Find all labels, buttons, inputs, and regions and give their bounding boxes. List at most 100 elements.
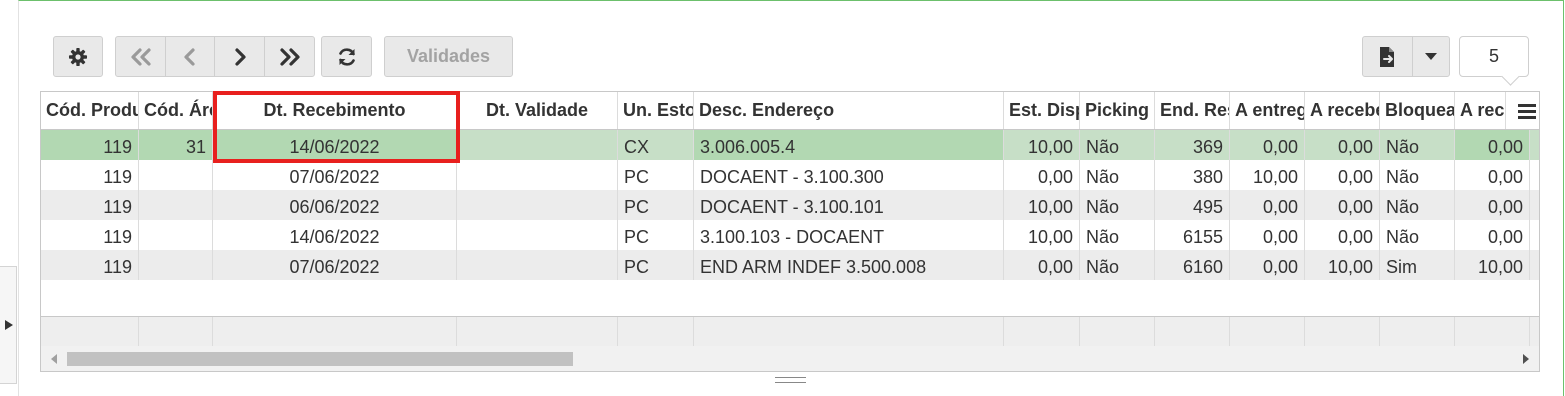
- table-cell[interactable]: PC: [618, 220, 694, 250]
- table-cell[interactable]: DOCAENT - 3.100.300: [694, 160, 1004, 190]
- table-cell[interactable]: Sim: [1380, 250, 1455, 280]
- table-cell[interactable]: 3.006.005.4: [694, 130, 1004, 160]
- table-row[interactable]: 119 14/06/2022 PC 3.100.103 - DOCAENT 10,00 N…: [41, 220, 1539, 250]
- last-page-button[interactable]: [264, 36, 315, 77]
- table-cell[interactable]: 0,00: [1230, 130, 1305, 160]
- table-cell[interactable]: 6155: [1155, 220, 1230, 250]
- column-menu-icon[interactable]: [1518, 103, 1536, 119]
- table-cell[interactable]: 0,00: [1230, 190, 1305, 220]
- column-header[interactable]: Cód. Produto: [41, 92, 139, 129]
- column-header[interactable]: Cód. Área: [139, 92, 213, 129]
- column-header[interactable]: Picking: [1080, 92, 1155, 129]
- table-cell[interactable]: 119: [41, 220, 139, 250]
- page-size-input[interactable]: 5: [1459, 36, 1529, 77]
- table-cell[interactable]: [457, 160, 618, 190]
- table-cell[interactable]: [457, 250, 618, 280]
- export-dropdown-button[interactable]: [1412, 36, 1450, 77]
- table-cell[interactable]: [139, 220, 213, 250]
- table-cell[interactable]: 119: [41, 160, 139, 190]
- resize-grip-icon[interactable]: [775, 377, 806, 388]
- table-cell[interactable]: 06/06/2022: [213, 190, 457, 220]
- table-row[interactable]: 119 07/06/2022 PC DOCAENT - 3.100.300 0,00 Nã…: [41, 160, 1539, 190]
- table-cell[interactable]: 07/06/2022: [213, 250, 457, 280]
- table-cell[interactable]: Não: [1380, 220, 1455, 250]
- table-cell[interactable]: 0,00: [1004, 250, 1080, 280]
- column-header[interactable]: A entregar: [1230, 92, 1305, 129]
- column-header[interactable]: End. Reserva: [1155, 92, 1230, 129]
- table-cell[interactable]: Não: [1380, 160, 1455, 190]
- table-cell[interactable]: 119: [41, 130, 139, 160]
- table-cell[interactable]: 0,00: [1305, 130, 1380, 160]
- settings-button[interactable]: [53, 36, 103, 77]
- refresh-button[interactable]: [321, 36, 372, 77]
- table-cell[interactable]: 0,00: [1230, 250, 1305, 280]
- table-cell[interactable]: Não: [1080, 160, 1155, 190]
- table-cell[interactable]: 0,00: [1004, 160, 1080, 190]
- table-cell[interactable]: [139, 160, 213, 190]
- column-header[interactable]: A receber: [1455, 92, 1506, 129]
- table-cell[interactable]: [139, 190, 213, 220]
- table-cell[interactable]: 10,00: [1004, 190, 1080, 220]
- prev-page-button[interactable]: [165, 36, 215, 77]
- next-page-icon: [234, 47, 246, 66]
- table-cell[interactable]: 0,00: [1455, 160, 1530, 190]
- scrollbar-thumb[interactable]: [67, 352, 573, 366]
- table-row[interactable]: 119 07/06/2022 PC END ARM INDEF 3.500.008 0,…: [41, 250, 1539, 280]
- table-cell[interactable]: 0,00: [1305, 190, 1380, 220]
- horizontal-scrollbar[interactable]: [41, 346, 1539, 371]
- table-cell[interactable]: 369: [1155, 130, 1230, 160]
- table-cell[interactable]: Não: [1080, 190, 1155, 220]
- table-cell[interactable]: 0,00: [1305, 160, 1380, 190]
- table-cell[interactable]: 10,00: [1004, 130, 1080, 160]
- table-cell[interactable]: PC: [618, 250, 694, 280]
- column-header[interactable]: Est. Disponível: [1004, 92, 1080, 129]
- validades-button[interactable]: Validades: [384, 36, 513, 77]
- table-cell[interactable]: END ARM INDEF 3.500.008: [694, 250, 1004, 280]
- table-cell[interactable]: DOCAENT - 3.100.101: [694, 190, 1004, 220]
- table-cell[interactable]: 10,00: [1455, 250, 1530, 280]
- table-cell[interactable]: PC: [618, 190, 694, 220]
- table-cell[interactable]: 0,00: [1305, 220, 1380, 250]
- table-cell[interactable]: [457, 190, 618, 220]
- export-button[interactable]: [1362, 36, 1413, 77]
- table-cell[interactable]: 495: [1155, 190, 1230, 220]
- table-cell[interactable]: 10,00: [1230, 160, 1305, 190]
- table-cell[interactable]: 0,00: [1230, 220, 1305, 250]
- table-cell[interactable]: [457, 220, 618, 250]
- table-cell[interactable]: 3.100.103 - DOCAENT: [694, 220, 1004, 250]
- table-cell[interactable]: 10,00: [1305, 250, 1380, 280]
- first-page-button[interactable]: [115, 36, 166, 77]
- column-header[interactable]: Desc. Endereço: [694, 92, 1004, 129]
- scroll-left-icon[interactable]: [51, 354, 57, 364]
- column-header[interactable]: Bloqueado: [1380, 92, 1455, 129]
- table-cell[interactable]: 6160: [1155, 250, 1230, 280]
- table-cell[interactable]: [139, 250, 213, 280]
- table-cell[interactable]: 119: [41, 250, 139, 280]
- table-cell[interactable]: Não: [1080, 220, 1155, 250]
- table-cell[interactable]: 10,00: [1004, 220, 1080, 250]
- column-header[interactable]: A receber: [1305, 92, 1380, 129]
- table-cell[interactable]: Não: [1080, 130, 1155, 160]
- table-cell[interactable]: 380: [1155, 160, 1230, 190]
- table-cell[interactable]: CX: [618, 130, 694, 160]
- table-cell[interactable]: 119: [41, 190, 139, 220]
- table-cell[interactable]: [457, 130, 618, 160]
- table-cell[interactable]: 07/06/2022: [213, 160, 457, 190]
- table-cell[interactable]: Não: [1380, 130, 1455, 160]
- table-cell[interactable]: 14/06/2022: [213, 220, 457, 250]
- table-row[interactable]: 119 06/06/2022 PC DOCAENT - 3.100.101 10,00 N…: [41, 190, 1539, 220]
- side-panel-toggle[interactable]: [0, 266, 17, 384]
- footer-cell: [1455, 317, 1530, 347]
- scroll-right-icon[interactable]: [1523, 354, 1529, 364]
- footer-cell: [1004, 317, 1080, 347]
- next-page-button[interactable]: [214, 36, 265, 77]
- table-cell[interactable]: 0,00: [1455, 220, 1530, 250]
- table-cell[interactable]: 0,00: [1455, 190, 1530, 220]
- table-cell[interactable]: Não: [1080, 250, 1155, 280]
- table-cell[interactable]: 0,00: [1455, 130, 1530, 160]
- column-header[interactable]: Dt. Validade: [457, 92, 618, 129]
- column-header[interactable]: Un. Estoque: [618, 92, 694, 129]
- table-cell[interactable]: Não: [1380, 190, 1455, 220]
- table-cell[interactable]: PC: [618, 160, 694, 190]
- table-cell[interactable]: 31: [139, 130, 213, 160]
